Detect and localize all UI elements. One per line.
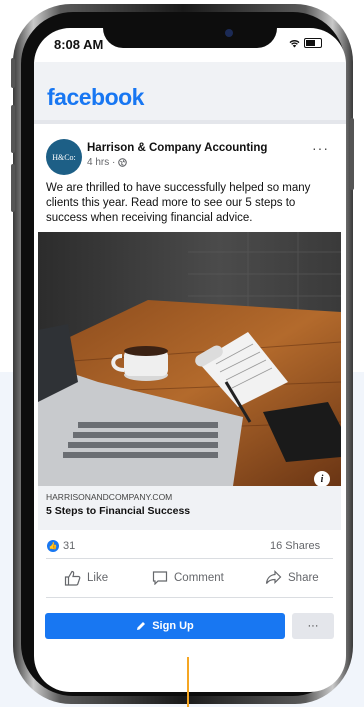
like-icon	[64, 570, 81, 586]
post-meta: 4 hrs ·	[87, 157, 128, 168]
facebook-logo[interactable]: facebook	[47, 84, 144, 111]
like-label: Like	[87, 572, 109, 584]
post-time: 4 hrs ·	[87, 157, 116, 168]
wifi-icon	[289, 39, 300, 47]
sign-up-button[interactable]: Sign Up	[45, 613, 285, 639]
phone-power-button	[350, 118, 354, 190]
more-icon[interactable]: ···	[312, 140, 329, 156]
share-count[interactable]: 16 Shares	[270, 540, 320, 552]
front-camera	[225, 29, 233, 37]
divider-top	[46, 558, 333, 559]
page-avatar[interactable]: H&Co:	[46, 139, 82, 175]
phone-volume-down	[11, 164, 15, 212]
more-options-button[interactable]: ···	[292, 613, 334, 639]
like-button[interactable]: Like	[64, 570, 108, 586]
post-image[interactable]	[38, 232, 341, 486]
phone-notch	[103, 18, 277, 48]
battery-icon	[304, 38, 322, 48]
share-button[interactable]: Share	[265, 570, 319, 585]
reaction-summary[interactable]: 👍 31	[47, 540, 75, 552]
info-icon[interactable]: i	[314, 471, 330, 487]
link-title[interactable]: 5 Steps to Financial Success	[46, 505, 190, 517]
divider-bottom	[46, 597, 333, 598]
share-label: Share	[288, 571, 319, 584]
share-icon	[265, 570, 282, 584]
comment-icon	[152, 571, 168, 585]
page-name[interactable]: Harrison & Company Accounting	[87, 142, 267, 154]
desk-photo	[38, 232, 341, 486]
status-icons	[289, 38, 322, 48]
pencil-icon	[137, 622, 146, 630]
phone-side-button	[11, 58, 15, 88]
post-text: We are thrilled to have successfully hel…	[46, 182, 311, 224]
pointer-line	[187, 657, 189, 707]
globe-icon	[118, 158, 128, 167]
status-time: 8:08 AM	[54, 37, 104, 52]
like-reaction-icon: 👍	[47, 540, 59, 552]
avatar-text: H&Co:	[52, 152, 76, 162]
comment-label: Comment	[174, 571, 224, 584]
link-domain: HARRISONANDCOMPANY.COM	[46, 492, 173, 502]
phone-volume-up	[11, 105, 15, 153]
comment-button[interactable]: Comment	[152, 570, 224, 585]
reaction-count: 31	[63, 540, 76, 552]
sign-up-label: Sign Up	[152, 620, 194, 632]
header-divider	[34, 120, 346, 124]
